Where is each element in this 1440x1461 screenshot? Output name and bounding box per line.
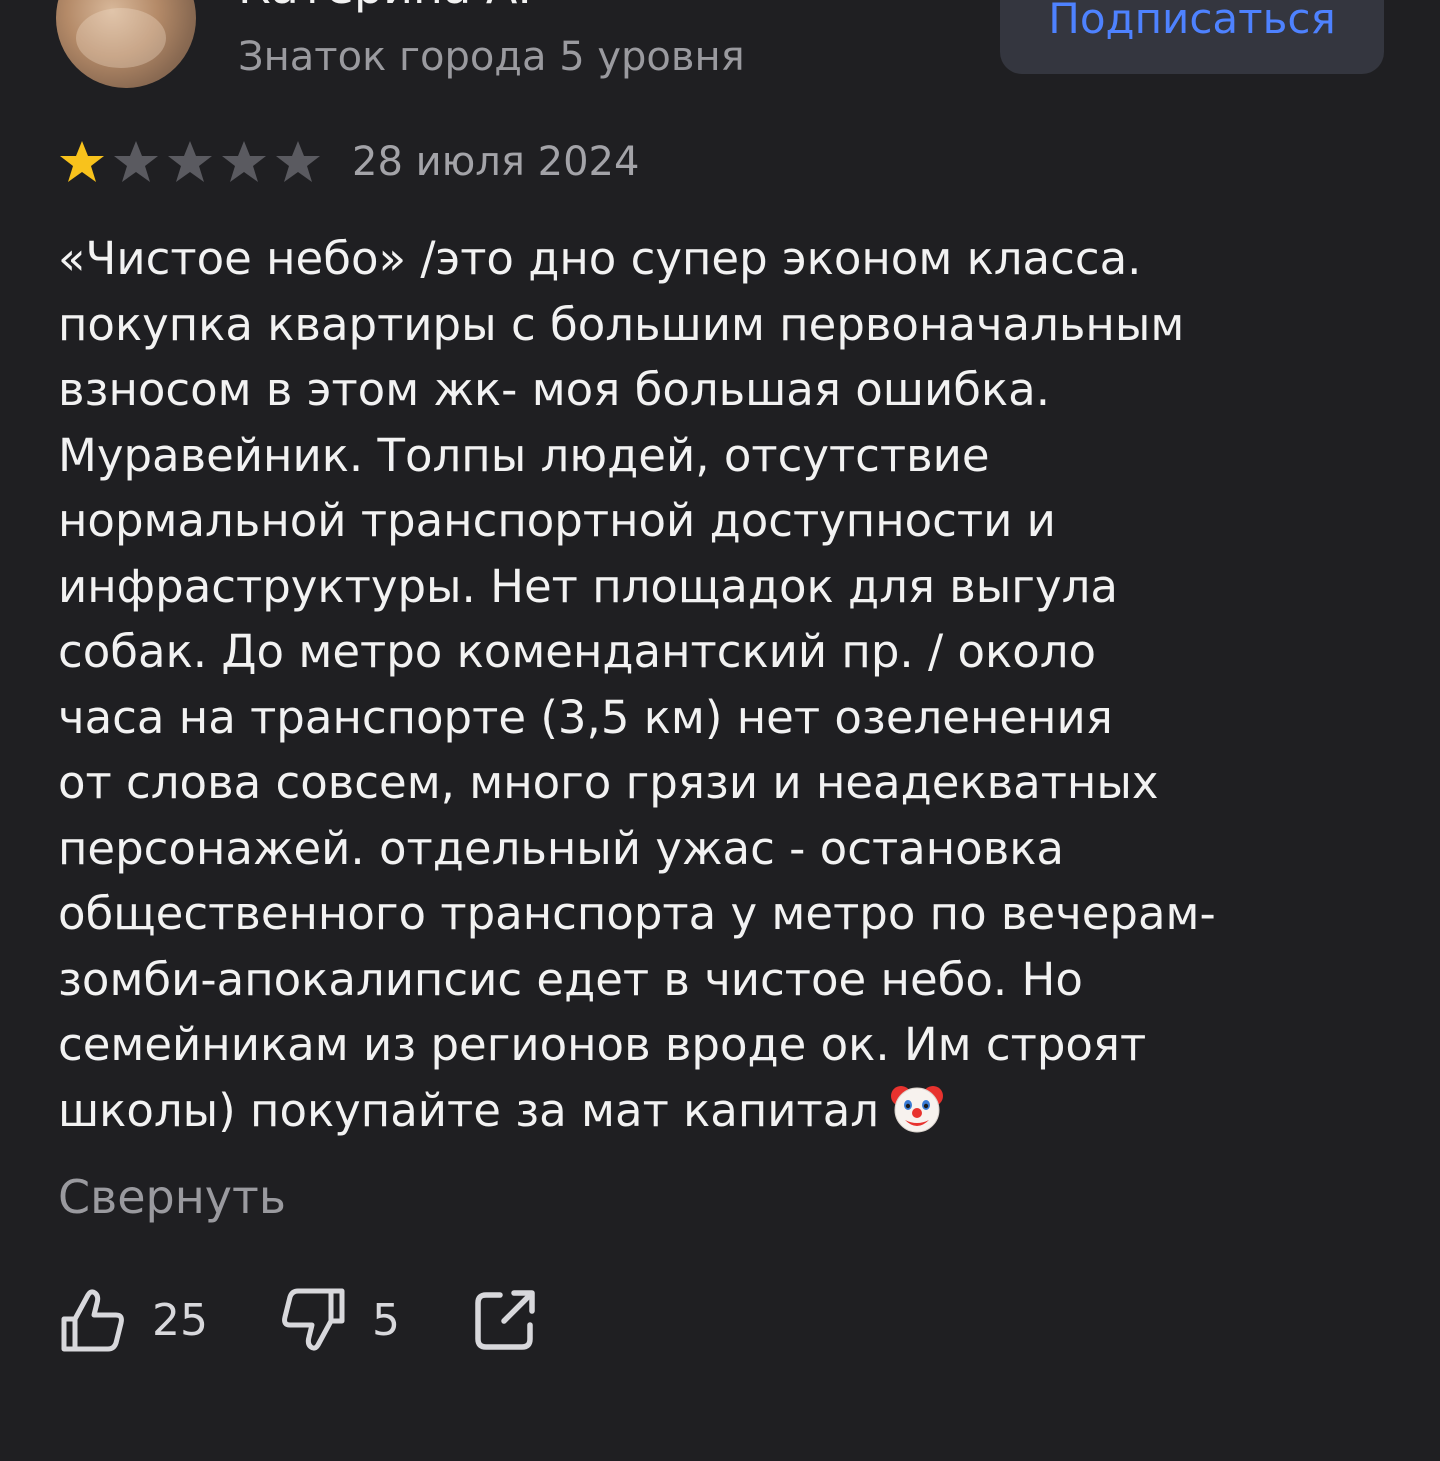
dislike-count: 5 (372, 1294, 400, 1346)
dislike-button[interactable]: 5 (278, 1285, 400, 1355)
thumbs-up-icon (61, 1289, 124, 1352)
star-filled-icon (60, 141, 104, 182)
review-actions: 25 5 (58, 1280, 540, 1360)
like-count: 25 (152, 1294, 208, 1346)
star-empty-icon (168, 141, 212, 182)
author-name[interactable]: Катерина А. (238, 0, 532, 14)
like-button[interactable]: 25 (58, 1285, 208, 1355)
star-empty-icon (222, 141, 266, 182)
review-header: Катерина А. Знаток города 5 уровня Подпи… (0, 0, 1440, 100)
share-icon (475, 1290, 535, 1350)
collapse-link[interactable]: Свернуть (58, 1170, 286, 1224)
thumbs-down-icon (282, 1288, 345, 1351)
review-text: «Чистое небо» /это дно супер эконом клас… (58, 226, 1378, 1143)
avatar[interactable] (56, 0, 196, 88)
star-empty-icon (114, 141, 158, 182)
avatar-image (76, 8, 166, 68)
share-button[interactable] (470, 1285, 540, 1355)
review-body: «Чистое небо» /это дно супер эконом клас… (58, 232, 1216, 1137)
clown-face-icon (887, 1078, 947, 1138)
author-level: Знаток города 5 уровня (238, 34, 745, 80)
rating-stars (58, 139, 328, 185)
star-empty-icon (276, 141, 320, 182)
rating-row: 28 июля 2024 (58, 136, 639, 188)
review-date: 28 июля 2024 (352, 139, 640, 185)
subscribe-button[interactable]: Подписаться (1000, 0, 1384, 74)
